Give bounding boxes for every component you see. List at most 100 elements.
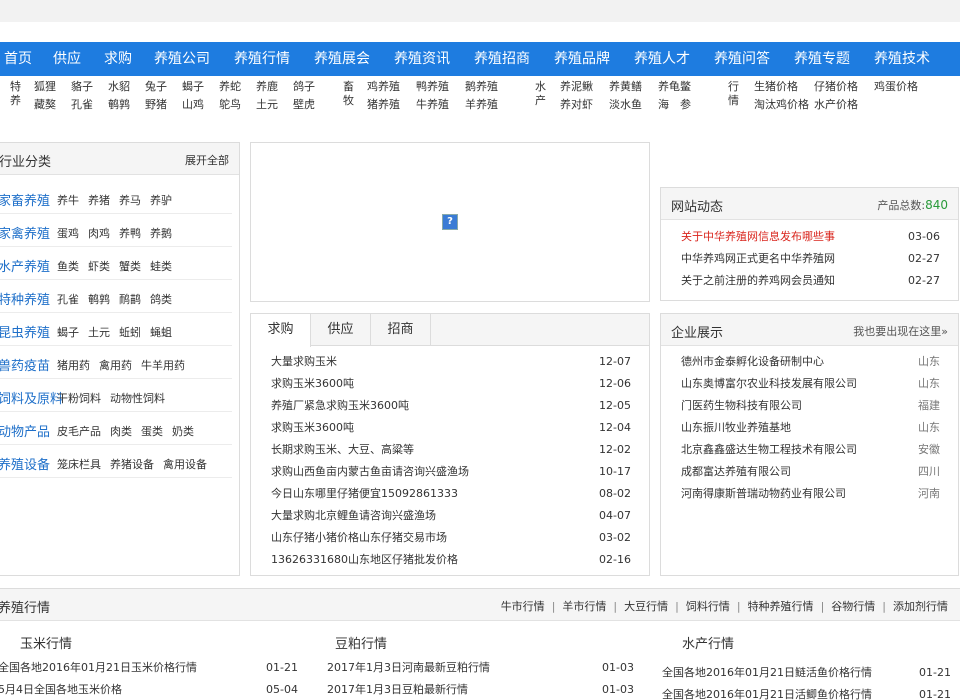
sidebar-subcategory-link[interactable]: 蛋鸡 (57, 227, 79, 240)
sidebar-subcategory-link[interactable]: 动物性饲料 (110, 392, 165, 405)
sidebar-subcategory-link[interactable]: 养驴 (150, 194, 172, 207)
sidebar-subcategory-link[interactable]: 蟹类 (119, 260, 141, 273)
cat-link[interactable]: 壁虎 (293, 96, 315, 114)
cat-link[interactable]: 水貂 (108, 78, 130, 96)
sidebar-category[interactable]: 水产养殖 (0, 256, 50, 275)
market-item-title[interactable]: 全国各地2016年01月21日鲢活鱼价格行情 (662, 662, 872, 684)
trade-list-item[interactable]: 大量求购北京鲤鱼请咨询兴盛渔场 04-07 (271, 505, 631, 527)
cat-link[interactable]: 养鹿 (256, 78, 278, 96)
sidebar-subcategory-link[interactable]: 鹌鹑 (88, 293, 110, 306)
cat-link[interactable]: 猪养殖 (367, 96, 400, 114)
market-link[interactable]: 大豆行情 (624, 600, 668, 613)
cat-link[interactable]: 养蛇 (219, 78, 241, 96)
sidebar-category[interactable]: 家畜养殖 (0, 190, 50, 209)
company-name[interactable]: 门医药生物科技有限公司 (681, 395, 802, 417)
market-item-title[interactable]: 2017年1月3日豆粕最新行情 (327, 679, 468, 700)
trade-list-item[interactable]: 养殖厂紧急求购玉米3600吨 12-05 (271, 395, 631, 417)
cat-link[interactable]: 貉子 (71, 78, 93, 96)
sidebar-subcategory-link[interactable]: 孔雀 (57, 293, 79, 306)
cat-link[interactable]: 鸡养殖 (367, 78, 400, 96)
company-name[interactable]: 北京鑫鑫盛达生物工程技术有限公司 (681, 439, 857, 461)
cat-link[interactable]: 水产价格 (814, 96, 858, 114)
company-list-item[interactable]: 成都富达养殖有限公司 四川 (681, 461, 940, 483)
cat-link[interactable]: 狐狸 (34, 78, 56, 96)
trade-item-title[interactable]: 13626331680山东地区仔猪批发价格 (271, 549, 458, 571)
company-list-item[interactable]: 北京鑫鑫盛达生物工程技术有限公司 安徽 (681, 439, 940, 461)
nav-item[interactable]: 养殖问答 (714, 42, 770, 76)
sidebar-category[interactable]: 家禽养殖 (0, 223, 50, 242)
company-list-item[interactable]: 山东奥博富尔农业科技发展有限公司 山东 (681, 373, 940, 395)
trade-item-title[interactable]: 求购山西鱼亩内蒙古鱼亩请咨询兴盛渔场 (271, 461, 469, 483)
nav-item[interactable]: 养殖招商 (474, 42, 530, 76)
nav-item[interactable]: 求购 (104, 42, 132, 76)
market-item-title[interactable]: 全国各地2016年01月21日玉米价格行情 (0, 657, 197, 679)
cat-link[interactable]: 野猪 (145, 96, 167, 114)
market-link[interactable]: 牛市行情 (501, 600, 545, 613)
trade-list-item[interactable]: 13626331680山东地区仔猪批发价格 02-16 (271, 549, 631, 571)
trade-item-title[interactable]: 大量求购玉米 (271, 351, 337, 373)
join-companies-link[interactable]: 我也要出现在这里» (853, 323, 948, 339)
market-list-item[interactable]: 全国各地2016年01月21日鲢活鱼价格行情 01-21 (662, 662, 951, 684)
cat-link[interactable]: 藏獒 (34, 96, 56, 114)
cat-link[interactable]: 鸡蛋价格 (874, 78, 918, 96)
trade-item-title[interactable]: 求购玉米3600吨 (271, 417, 354, 439)
sidebar-subcategory-link[interactable]: 禽用药 (99, 359, 132, 372)
trade-item-title[interactable]: 长期求购玉米、大豆、高粱等 (271, 439, 414, 461)
company-name[interactable]: 德州市金泰孵化设备研制中心 (681, 351, 824, 373)
news-list-item[interactable]: 关于之前注册的养鸡网会员通知 02-27 (681, 270, 940, 292)
market-link[interactable]: 羊市行情 (562, 600, 606, 613)
sidebar-subcategory-link[interactable]: 养牛 (57, 194, 79, 207)
trade-list-item[interactable]: 长期求购玉米、大豆、高粱等 12-02 (271, 439, 631, 461)
nav-item[interactable]: 养殖公司 (154, 42, 210, 76)
nav-item[interactable]: 养殖行情 (234, 42, 290, 76)
ad-banner[interactable]: ? (250, 142, 650, 302)
nav-item[interactable]: 养殖资讯 (394, 42, 450, 76)
sidebar-subcategory-link[interactable]: 蚯蚓 (119, 326, 141, 339)
sidebar-category[interactable]: 饲料及原料 (0, 388, 63, 407)
market-list-item[interactable]: 2017年1月3日豆粕最新行情 01-03 (327, 679, 634, 700)
company-name[interactable]: 山东振川牧业养殖基地 (681, 417, 791, 439)
cat-link[interactable]: 鸭养殖 (416, 78, 449, 96)
sidebar-subcategory-link[interactable]: 蛋类 (141, 425, 163, 438)
trade-item-title[interactable]: 山东仔猪小猪价格山东仔猪交易市场 (271, 527, 447, 549)
trade-item-title[interactable]: 养殖厂紧急求购玉米3600吨 (271, 395, 409, 417)
news-item-title[interactable]: 中华养鸡网正式更名中华养殖网 (681, 248, 835, 270)
sidebar-subcategory-link[interactable]: 蛙类 (150, 260, 172, 273)
trade-item-title[interactable]: 今日山东哪里仔猪便宜15092861333 (271, 483, 458, 505)
nav-item[interactable]: 养殖展会 (314, 42, 370, 76)
market-list-item[interactable]: 2017年1月3日河南最新豆粕行情 01-03 (327, 657, 634, 679)
cat-link[interactable]: 土元 (256, 96, 278, 114)
cat-link[interactable]: 鹅养殖 (465, 78, 498, 96)
nav-item[interactable]: 首页 (4, 42, 32, 76)
sidebar-subcategory-link[interactable]: 笼床栏具 (57, 458, 101, 471)
company-name[interactable]: 河南得康斯普瑞动物药业有限公司 (681, 483, 846, 505)
sidebar-subcategory-link[interactable]: 鱼类 (57, 260, 79, 273)
tab-1[interactable]: 供应 (311, 314, 371, 346)
nav-item[interactable]: 养殖人才 (634, 42, 690, 76)
market-link[interactable]: 添加剂行情 (893, 600, 948, 613)
trade-list-item[interactable]: 今日山东哪里仔猪便宜15092861333 08-02 (271, 483, 631, 505)
company-list-item[interactable]: 山东振川牧业养殖基地 山东 (681, 417, 940, 439)
cat-link[interactable]: 海 参 (658, 96, 691, 114)
nav-item[interactable]: 养殖专题 (794, 42, 850, 76)
market-link[interactable]: 饲料行情 (686, 600, 730, 613)
market-list-item[interactable]: 全国各地2016年01月21日活鲫鱼价格行情 01-21 (662, 684, 951, 700)
sidebar-subcategory-link[interactable]: 皮毛产品 (57, 425, 101, 438)
market-list-item[interactable]: 5月4日全国各地玉米价格 05-04 (0, 679, 298, 700)
trade-item-title[interactable]: 大量求购北京鲤鱼请咨询兴盛渔场 (271, 505, 436, 527)
cat-link[interactable]: 养龟鳖 (658, 78, 691, 96)
trade-list-item[interactable]: 山东仔猪小猪价格山东仔猪交易市场 03-02 (271, 527, 631, 549)
sidebar-subcategory-link[interactable]: 养鹅 (150, 227, 172, 240)
cat-link[interactable]: 养对虾 (560, 96, 593, 114)
tab-0[interactable]: 求购 (251, 314, 311, 347)
trade-list-item[interactable]: 大量求购玉米 12-07 (271, 351, 631, 373)
sidebar-subcategory-link[interactable]: 奶类 (172, 425, 194, 438)
cat-link[interactable]: 淡水鱼 (609, 96, 642, 114)
sidebar-category[interactable]: 特种养殖 (0, 289, 50, 308)
expand-all-link[interactable]: 展开全部 (185, 152, 229, 168)
sidebar-subcategory-link[interactable]: 干粉饲料 (57, 392, 101, 405)
cat-link[interactable]: 淘汰鸡价格 (754, 96, 809, 114)
cat-link[interactable]: 鸽子 (293, 78, 315, 96)
sidebar-category[interactable]: 养殖设备 (0, 454, 50, 473)
sidebar-subcategory-link[interactable]: 牛羊用药 (141, 359, 185, 372)
